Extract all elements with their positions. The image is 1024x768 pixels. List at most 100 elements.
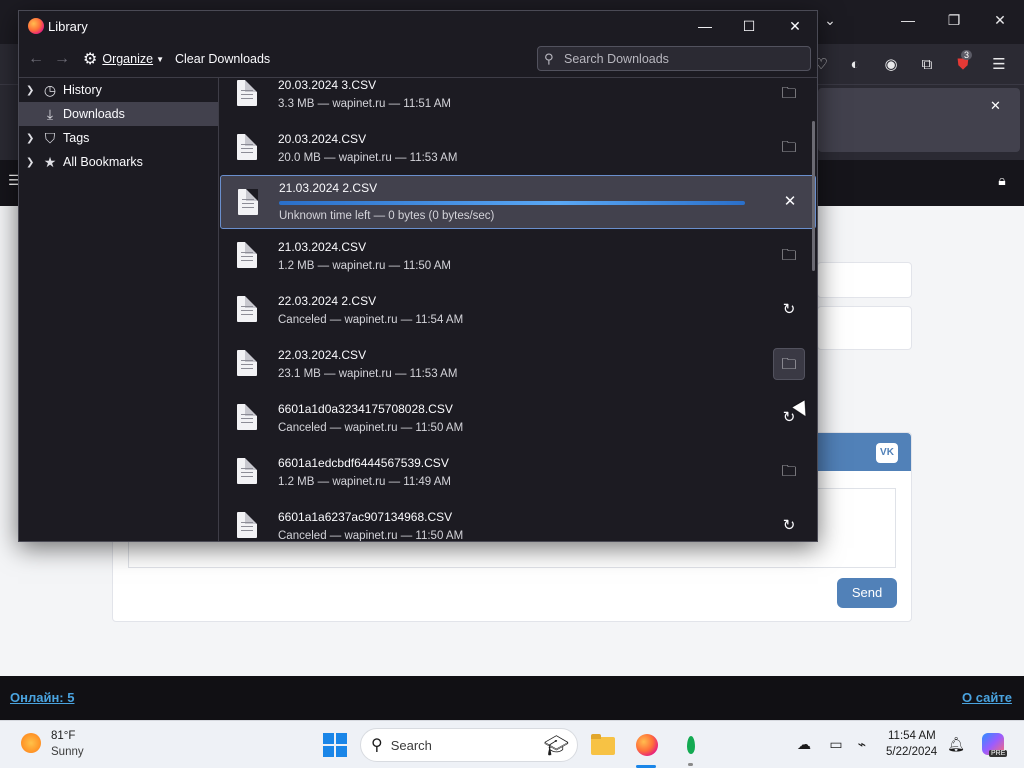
close-button[interactable]: ✕ xyxy=(781,15,809,37)
folder-icon[interactable]: 🗀︎ xyxy=(773,456,805,488)
maximize-button[interactable]: ☐ xyxy=(735,15,763,37)
site-input-field[interactable] xyxy=(817,262,912,298)
send-button[interactable]: Send xyxy=(837,578,897,608)
clear-downloads-button[interactable]: Clear Downloads xyxy=(175,52,270,66)
firefox-taskbar-button[interactable] xyxy=(633,731,661,759)
browser-restore-button[interactable]: ❐ xyxy=(944,12,964,29)
download-progress-bar xyxy=(279,201,745,205)
online-count-link[interactable]: Онлайн: 5 xyxy=(10,690,74,705)
download-status: Canceled — wapinet.ru — 11:54 AM xyxy=(278,314,464,326)
expand-arrow-icon[interactable]: ❯ xyxy=(26,133,38,144)
search-icon: ⚲ xyxy=(544,50,554,66)
windows-logo-pane xyxy=(336,746,347,757)
download-filename: 6601a1a6237ac907134968.CSV xyxy=(278,510,453,524)
download-item[interactable]: 6601a1a6237ac907134968.CSV Canceled — wa… xyxy=(220,499,816,541)
download-status: 3.3 MB — wapinet.ru — 11:51 AM xyxy=(278,98,452,110)
graduation-cap-icon: 🎓︎ xyxy=(543,735,569,757)
cancel-icon[interactable]: ✕ xyxy=(774,186,806,218)
library-sidebar: ❯ ◷ History ⤓ Downloads ❯ ⛉ Tags ❯ ★ All… xyxy=(19,77,219,541)
sidebar-item-tags[interactable]: ❯ ⛉ Tags xyxy=(19,126,218,150)
download-filename: 22.03.2024 2.CSV xyxy=(278,294,377,308)
download-item[interactable]: 20.03.2024.CSV 20.0 MB — wapinet.ru — 11… xyxy=(220,121,816,175)
retry-icon[interactable]: ↻ xyxy=(773,510,805,541)
copilot-preview-badge: PRE xyxy=(989,750,1008,757)
about-link[interactable]: О сайте xyxy=(962,690,1012,705)
sidebar-item-all-bookmarks[interactable]: ❯ ★ All Bookmarks xyxy=(19,150,218,174)
download-list[interactable]: 20.03.2024 3.CSV 3.3 MB — wapinet.ru — 1… xyxy=(219,77,817,541)
download-status: 1.2 MB — wapinet.ru — 11:50 AM xyxy=(278,260,452,272)
expand-arrow-icon[interactable]: ❯ xyxy=(26,157,38,168)
folder-icon xyxy=(591,734,615,755)
download-item[interactable]: 6601a1edcbdf6444567539.CSV 1.2 MB — wapi… xyxy=(220,445,816,499)
star-icon: ★ xyxy=(43,153,57,170)
browser-close-button[interactable]: ✕ xyxy=(990,12,1010,29)
search-downloads-input[interactable]: ⚲ Search Downloads xyxy=(537,46,811,71)
sidebar-item-label: Downloads xyxy=(63,107,125,121)
download-filename: 20.03.2024.CSV xyxy=(278,132,367,146)
download-item[interactable]: 22.03.2024 2.CSV Canceled — wapinet.ru —… xyxy=(220,283,816,337)
organize-button[interactable]: ⚙ Organize ▼ xyxy=(83,48,164,70)
weather-temperature[interactable]: 81°F xyxy=(51,730,75,742)
download-status: Canceled — wapinet.ru — 11:50 AM xyxy=(278,422,464,434)
expand-arrow-icon[interactable]: ❯ xyxy=(26,85,38,96)
vk-logo-icon[interactable]: VK xyxy=(876,443,898,463)
clock-date[interactable]: 5/22/2024 xyxy=(886,746,937,758)
sidebar-item-label: History xyxy=(63,83,102,97)
download-item[interactable]: 22.03.2024.CSV 23.1 MB — wapinet.ru — 11… xyxy=(220,337,816,391)
taskbar-search-box[interactable]: ⚲ Search 🎓︎ xyxy=(360,728,578,762)
list-scrollbar[interactable] xyxy=(812,121,815,271)
sidebar-item-label: All Bookmarks xyxy=(63,155,143,169)
extensions-icon[interactable]: ⧉ xyxy=(918,56,936,74)
vpn-icon[interactable]: ◐ xyxy=(846,56,864,74)
folder-icon[interactable]: 🗀︎ xyxy=(773,78,805,110)
display-icon[interactable]: ▭ xyxy=(827,735,845,753)
browser-minimize-button[interactable]: — xyxy=(898,12,918,28)
start-button[interactable] xyxy=(323,733,347,757)
download-item[interactable]: 6601a1d0a3234175708028.CSV Canceled — wa… xyxy=(220,391,816,445)
download-filename: 20.03.2024 3.CSV xyxy=(278,78,377,92)
forward-arrow-icon[interactable]: → xyxy=(53,50,71,68)
file-icon xyxy=(237,404,257,430)
app-menu-icon[interactable]: ☰ xyxy=(990,56,1008,74)
site-footer xyxy=(0,676,1024,720)
file-icon xyxy=(237,350,257,376)
library-window: Library — ☐ ✕ ← → ⚙ Organize ▼ Clear Dow… xyxy=(18,10,818,542)
download-filename: 6601a1edcbdf6444567539.CSV xyxy=(278,456,449,470)
download-icon: ⤓ xyxy=(46,105,54,122)
download-item[interactable]: 21.03.2024.CSV 1.2 MB — wapinet.ru — 11:… xyxy=(220,229,816,283)
download-item-in-progress[interactable]: 21.03.2024 2.CSV Unknown time left — 0 b… xyxy=(220,175,816,229)
sun-icon[interactable] xyxy=(21,733,41,753)
progress-fill xyxy=(279,201,745,205)
windows-taskbar: 81°F Sunny ⚲ Search 🎓︎ ☁ ▭ ⌁ 11:54 AM 5/… xyxy=(0,720,1024,768)
site-input-field[interactable] xyxy=(817,306,912,350)
back-arrow-icon[interactable]: ← xyxy=(27,50,45,68)
file-explorer-button[interactable] xyxy=(589,731,617,759)
tab-list-chevron-icon[interactable]: ⌄ xyxy=(820,12,840,29)
sidebar-item-label: Tags xyxy=(63,131,90,145)
file-icon xyxy=(237,242,257,268)
weather-condition[interactable]: Sunny xyxy=(51,746,84,758)
onedrive-icon[interactable]: ☁ xyxy=(795,735,813,753)
retry-icon[interactable]: ↻ xyxy=(773,294,805,326)
account-icon[interactable]: ◉ xyxy=(882,56,900,74)
folder-icon[interactable]: 🗀︎ xyxy=(773,348,805,380)
folder-icon[interactable]: 🗀︎ xyxy=(773,240,805,272)
download-filename: 22.03.2024.CSV xyxy=(278,348,367,362)
download-filename: 21.03.2024 2.CSV xyxy=(279,181,378,195)
firefox-logo-icon xyxy=(28,18,44,34)
minimize-button[interactable]: — xyxy=(691,15,719,37)
notification-close-icon[interactable]: ✕ xyxy=(990,98,1001,114)
mongodb-leaf-icon xyxy=(687,736,695,754)
clock-time[interactable]: 11:54 AM xyxy=(888,730,936,742)
lock-icon[interactable]: 🔒︎ xyxy=(993,172,1011,190)
sidebar-item-history[interactable]: ❯ ◷ History xyxy=(19,78,218,102)
folder-icon[interactable]: 🗀︎ xyxy=(773,132,805,164)
notification-bell-icon[interactable]: 🔔︎ xyxy=(947,735,965,753)
library-title-bar[interactable]: Library — ☐ ✕ xyxy=(19,11,817,41)
sidebar-item-downloads[interactable]: ⤓ Downloads xyxy=(19,102,218,126)
taskbar-search-label: Search xyxy=(390,737,432,753)
mongodb-compass-button[interactable] xyxy=(677,731,705,759)
download-status: 23.1 MB — wapinet.ru — 11:53 AM xyxy=(278,368,458,380)
network-icon[interactable]: ⌁ xyxy=(853,735,871,753)
download-item[interactable]: 20.03.2024 3.CSV 3.3 MB — wapinet.ru — 1… xyxy=(220,78,816,121)
